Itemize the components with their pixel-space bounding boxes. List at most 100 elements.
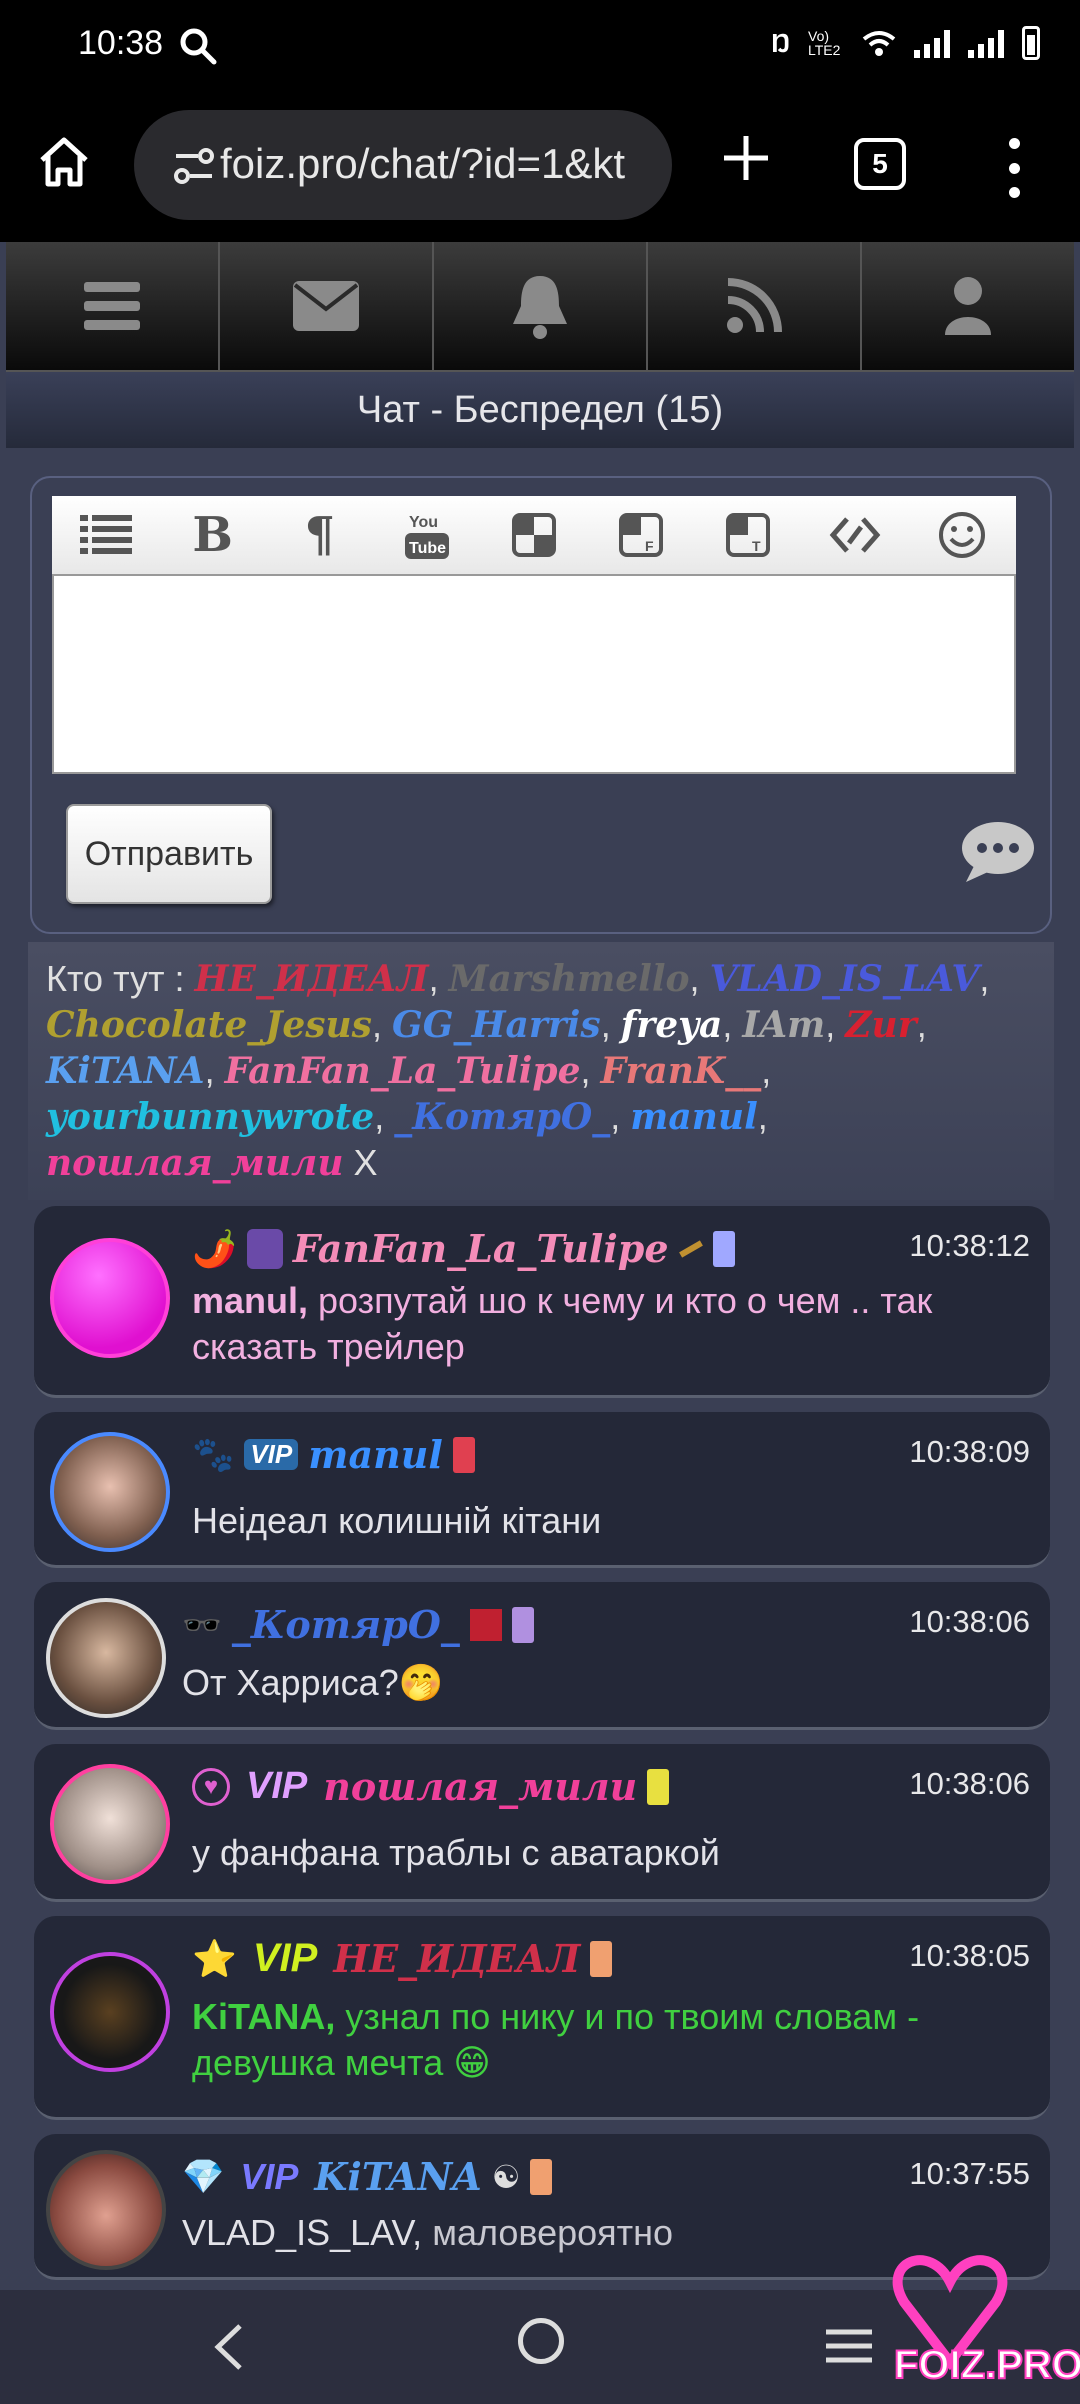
chat-message: 🕶️ _КотярО_ 10:38:06 От Харриса?🤭 xyxy=(34,1582,1050,1730)
message-recipient[interactable]: manul, xyxy=(192,1280,308,1321)
url-text: foiz.pro/chat/?id=1&kt xyxy=(220,140,626,187)
online-user[interactable]: KiTANA xyxy=(46,1050,205,1092)
spoiler-f-icon[interactable]: F xyxy=(610,504,672,566)
medal-icon xyxy=(511,1606,534,1643)
vip-badge: VIP xyxy=(240,2155,299,2197)
message-text: Неідеал колишній кітани xyxy=(192,1498,1022,1544)
status-time: 10:38 xyxy=(78,24,164,62)
online-user[interactable]: Zur xyxy=(845,1004,916,1046)
site-settings-icon[interactable] xyxy=(172,144,216,188)
message-time: 10:38:06 xyxy=(909,1604,1030,1639)
avatar[interactable] xyxy=(50,1952,170,2072)
message-recipient[interactable]: KiTANA, xyxy=(192,1996,335,2037)
message-list: 🌶️ FanFan_La_Tulipe 10:38:12 manul, розп… xyxy=(34,1206,1050,2290)
message-header: 🕶️ _КотярО_ xyxy=(182,1602,534,1647)
send-button[interactable]: Отправить xyxy=(66,804,272,904)
bell-icon xyxy=(513,276,567,339)
message-recipient[interactable]: VLAD_IS_LAV, xyxy=(182,2212,422,2253)
address-bar[interactable]: foiz.pro/chat/?id=1&kt xyxy=(134,110,672,220)
online-user[interactable]: yourbunnywrote xyxy=(46,1096,374,1138)
message-time: 10:38:05 xyxy=(909,1938,1030,1973)
browser-toolbar: foiz.pro/chat/?id=1&kt 5 xyxy=(0,92,1080,242)
close-online-button[interactable]: X xyxy=(354,1142,378,1183)
online-user[interactable]: VLAD_IS_LAV xyxy=(710,958,980,1000)
foiz-logo: FOIZ.PRO xyxy=(892,2255,1080,2388)
nav-notifications[interactable] xyxy=(434,242,648,370)
back-icon[interactable] xyxy=(210,2322,250,2372)
chat-message: 🐾 VIP manul 10:38:09 Неідеал колишній кі… xyxy=(34,1412,1050,1568)
user-icon xyxy=(945,277,991,335)
paw-icon: 🐾 xyxy=(192,1435,235,1474)
svg-text:You: You xyxy=(409,514,438,531)
tabs-button[interactable]: 5 xyxy=(854,138,906,190)
message-nick[interactable]: KiTANA xyxy=(314,2154,481,2199)
avatar[interactable] xyxy=(46,1598,166,1718)
star-icon: ⭐ xyxy=(192,1937,237,1979)
lte-label: Vo) LTE2 xyxy=(808,28,841,58)
nfc-icon: Ŋ xyxy=(771,27,790,58)
spoiler-t-icon[interactable]: T xyxy=(717,504,779,566)
message-header: 💎 VIP KiTANA ☯ xyxy=(182,2154,553,2199)
home-button[interactable] xyxy=(518,2318,564,2364)
online-user[interactable]: Marshmello xyxy=(449,958,690,1000)
svg-text:T: T xyxy=(752,538,761,554)
message-nick[interactable]: manul xyxy=(308,1432,443,1477)
online-user[interactable]: пошлая_мили xyxy=(46,1142,344,1184)
online-user[interactable]: manul xyxy=(630,1096,757,1138)
online-user[interactable]: НЕ_ИДЕАЛ xyxy=(194,958,428,1000)
nav-profile[interactable] xyxy=(862,242,1074,370)
pepper-icon: 🌶️ xyxy=(192,1227,237,1269)
editor-toolbar: B ¶ You Tube F T xyxy=(52,496,1016,574)
nav-rss[interactable] xyxy=(648,242,862,370)
online-user[interactable]: freya xyxy=(621,1004,723,1046)
paragraph-icon[interactable]: ¶ xyxy=(289,504,351,566)
message-header: ♥ VIP пошлая_мили xyxy=(192,1764,670,1809)
avatar[interactable] xyxy=(50,1764,170,1884)
new-tab-icon[interactable] xyxy=(716,128,776,188)
avatar[interactable] xyxy=(46,2150,166,2270)
bold-icon[interactable]: B xyxy=(182,504,244,566)
message-header: 🌶️ FanFan_La_Tulipe xyxy=(192,1226,735,1271)
message-text: у фанфана траблы с аватаркой xyxy=(192,1830,1022,1876)
online-user[interactable]: FranK__ xyxy=(601,1050,762,1092)
diamond-icon: 💎 xyxy=(182,2157,225,2196)
rss-icon xyxy=(727,278,782,333)
message-nick[interactable]: FanFan_La_Tulipe xyxy=(293,1226,669,1271)
vip-badge: VIP xyxy=(244,1439,299,1470)
message-time: 10:38:12 xyxy=(909,1228,1030,1263)
nav-menu[interactable] xyxy=(6,242,220,370)
wand-icon xyxy=(678,1239,703,1258)
message-input[interactable] xyxy=(52,574,1016,774)
sunglasses-icon: 🕶️ xyxy=(182,1606,222,1643)
potion-icon xyxy=(246,1228,283,1269)
online-user[interactable]: IAm xyxy=(742,1004,825,1046)
message-nick[interactable]: _КотярО_ xyxy=(232,1602,460,1647)
online-user[interactable]: FanFan_La_Tulipe xyxy=(225,1050,581,1092)
svg-text:FOIZ.PRO: FOIZ.PRO xyxy=(894,2343,1080,2387)
online-user[interactable]: GG_Harris xyxy=(392,1004,601,1046)
link-icon[interactable] xyxy=(824,504,886,566)
vip-badge: VIP xyxy=(252,1936,318,1980)
nav-mail[interactable] xyxy=(220,242,434,370)
smiley-icon[interactable] xyxy=(931,504,993,566)
chat-bubble-icon[interactable] xyxy=(960,820,1036,884)
message-nick[interactable]: НЕ_ИДЕАЛ xyxy=(333,1936,580,1981)
youtube-icon[interactable]: You Tube xyxy=(396,504,458,566)
medal-icon xyxy=(530,2158,553,2195)
search-icon xyxy=(180,28,217,65)
online-user[interactable]: Chocolate_Jesus xyxy=(46,1004,372,1046)
list-icon[interactable] xyxy=(75,504,137,566)
message-time: 10:37:55 xyxy=(909,2156,1030,2191)
signal-icon-2 xyxy=(968,28,1004,58)
online-users: Кто тут : НЕ_ИДЕАЛ, Marshmello, VLAD_IS_… xyxy=(28,942,1054,1200)
home-icon[interactable] xyxy=(34,132,94,192)
more-menu-icon[interactable] xyxy=(1000,138,1028,198)
message-header: 🐾 VIP manul xyxy=(192,1432,475,1477)
online-user[interactable]: _КотярО_ xyxy=(394,1096,610,1138)
avatar[interactable] xyxy=(50,1238,170,1358)
message-nick[interactable]: пошлая_мили xyxy=(323,1764,637,1809)
message-time: 10:38:06 xyxy=(909,1766,1030,1801)
message-text: manul, розпутай шо к чему и кто о чем ..… xyxy=(192,1278,1022,1370)
avatar[interactable] xyxy=(50,1432,170,1552)
spoiler-icon[interactable] xyxy=(503,504,565,566)
